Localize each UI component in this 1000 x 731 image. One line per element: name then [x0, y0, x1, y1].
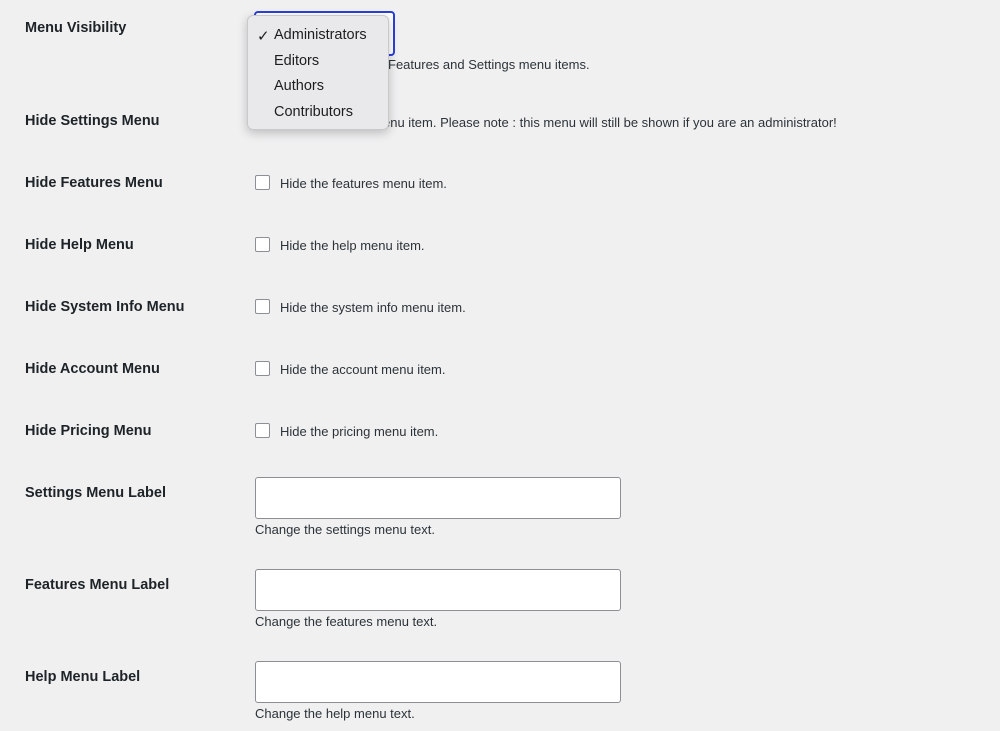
menu-visibility-dropdown[interactable]: ✓ Administrators Editors Authors Contrib… — [247, 15, 389, 130]
hide-features-label: Hide Features Menu — [25, 175, 163, 191]
option-contributors[interactable]: Contributors — [274, 104, 353, 120]
settings-page: Menu Visibility Features and Settings me… — [0, 0, 1000, 731]
hide-settings-description: enu item. Please note : this menu will s… — [383, 115, 837, 130]
hide-help-checkbox[interactable] — [255, 237, 270, 252]
hide-system-info-checkbox[interactable] — [255, 299, 270, 314]
settings-menu-label-description: Change the settings menu text. — [255, 522, 435, 537]
hide-help-label: Hide Help Menu — [25, 237, 134, 253]
hide-pricing-checkbox[interactable] — [255, 423, 270, 438]
features-menu-label-input[interactable] — [255, 569, 621, 611]
features-menu-label-description: Change the features menu text. — [255, 614, 438, 629]
settings-menu-label-input[interactable] — [255, 477, 621, 519]
hide-account-label: Hide Account Menu — [25, 361, 160, 377]
settings-menu-label-label: Settings Menu Label — [25, 485, 166, 501]
help-menu-label-input[interactable] — [255, 661, 621, 703]
hide-help-description: Hide the help menu item. — [280, 238, 425, 253]
hide-features-description: Hide the features menu item. — [280, 176, 447, 191]
menu-visibility-label: Menu Visibility — [25, 20, 127, 36]
hide-account-description: Hide the account menu item. — [280, 362, 446, 377]
menu-visibility-description: Features and Settings menu items. — [388, 57, 590, 72]
help-menu-label-description: Change the help menu text. — [255, 706, 415, 721]
hide-system-info-label: Hide System Info Menu — [25, 299, 185, 315]
hide-system-info-description: Hide the system info menu item. — [280, 300, 466, 315]
hide-account-checkbox[interactable] — [255, 361, 270, 376]
help-menu-label-label: Help Menu Label — [25, 669, 141, 685]
option-administrators[interactable]: Administrators — [274, 27, 367, 43]
hide-pricing-label: Hide Pricing Menu — [25, 423, 152, 439]
hide-pricing-description: Hide the pricing menu item. — [280, 424, 439, 439]
checkmark-icon: ✓ — [257, 28, 270, 45]
hide-settings-label: Hide Settings Menu — [25, 113, 160, 129]
option-authors[interactable]: Authors — [274, 78, 324, 94]
hide-features-checkbox[interactable] — [255, 175, 270, 190]
option-editors[interactable]: Editors — [274, 53, 319, 69]
features-menu-label-label: Features Menu Label — [25, 577, 170, 593]
